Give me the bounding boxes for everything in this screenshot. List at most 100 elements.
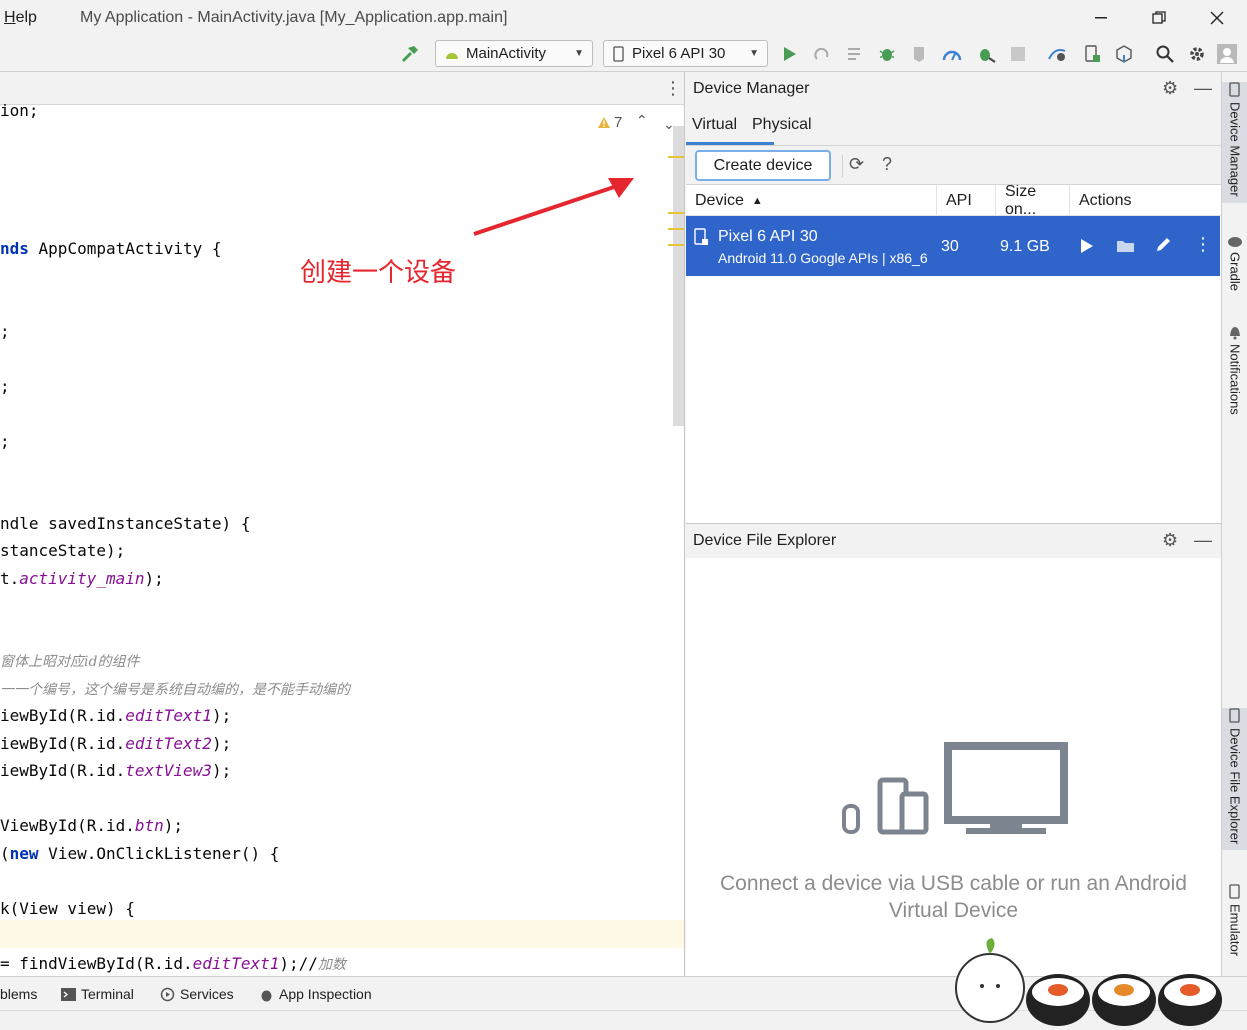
restore-button[interactable]: [1136, 4, 1182, 32]
device-manager-toolbar-icon[interactable]: [1081, 44, 1103, 64]
warning-marker[interactable]: [668, 244, 684, 246]
code-field: activity_main: [19, 569, 145, 588]
code-text: );: [211, 761, 232, 780]
window-title: My Application - MainActivity.java [My_A…: [80, 9, 508, 26]
inspection-widget[interactable]: 7: [597, 114, 622, 131]
code-line: nds AppCompatActivity {: [0, 239, 222, 258]
debug-bug-icon[interactable]: [876, 44, 898, 64]
tab-problems[interactable]: blems: [0, 986, 37, 1002]
chevron-down-icon[interactable]: ⌄: [663, 116, 675, 133]
code-comment: 一一个编号，这个编号是系统自动编的，是不能手动编的: [0, 682, 350, 698]
app-inspection-icon: [261, 990, 272, 1001]
device-select[interactable]: Pixel 6 API 30 ▼: [603, 40, 768, 67]
help-icon[interactable]: ?: [882, 154, 892, 175]
warning-marker[interactable]: [668, 228, 684, 230]
stripe-label: Notifications: [1227, 344, 1243, 415]
device-manager-header: Device Manager ⚙ —: [686, 72, 1221, 106]
warnings-count: 7: [614, 114, 623, 131]
apply-changes-restart-icon[interactable]: [811, 44, 833, 64]
tab-app-inspection[interactable]: App Inspection: [259, 986, 372, 1002]
search-icon[interactable]: [1154, 44, 1176, 64]
column-device[interactable]: Device ▲: [686, 185, 937, 216]
code-line: ;: [0, 432, 10, 451]
device-select-label: Pixel 6 API 30: [632, 45, 726, 62]
tab-virtual[interactable]: Virtual: [692, 116, 737, 134]
code-field: textView3: [125, 761, 212, 780]
profile-icon[interactable]: [909, 44, 931, 64]
run-config-select[interactable]: MainActivity ▼: [435, 40, 593, 67]
more-options-icon[interactable]: ⋮: [664, 78, 682, 99]
code-text: t.: [0, 569, 20, 588]
menu-help[interactable]: Help: [4, 9, 37, 27]
device-manager-title: Device Manager: [693, 80, 810, 97]
apply-code-changes-icon[interactable]: [845, 44, 867, 64]
divider: [842, 155, 843, 177]
device-api: 30: [941, 238, 959, 255]
create-device-button[interactable]: Create device: [695, 150, 831, 181]
code-text: );: [144, 569, 164, 588]
device-row[interactable]: Pixel 6 API 30 Android 11.0 Google APIs …: [686, 216, 1220, 276]
code-line: iewById(R.id.editText1);: [0, 706, 231, 725]
column-actions[interactable]: Actions: [1070, 185, 1220, 216]
tab-terminal[interactable]: Terminal: [61, 986, 134, 1002]
code-keyword: new: [9, 844, 39, 863]
stripe-notifications[interactable]: Notifications: [1222, 324, 1247, 415]
right-tool-stripe: Device Manager Gradle Notifications Devi…: [1221, 72, 1247, 976]
code-line: iewById(R.id.editText2);: [0, 734, 231, 753]
more-options-icon[interactable]: ⋮: [1194, 234, 1212, 255]
folder-icon[interactable]: [1116, 238, 1136, 254]
code-text: );: [163, 816, 184, 835]
code-field: editText1: [192, 954, 280, 973]
settings-gear-icon[interactable]: [1186, 44, 1208, 64]
code-line: stanceState);: [0, 541, 126, 560]
terminal-icon: [61, 987, 76, 1001]
stripe-gradle[interactable]: Gradle: [1222, 234, 1247, 291]
code-line: ;: [0, 377, 10, 396]
code-text: );: [211, 706, 232, 725]
code-text: );: [211, 734, 232, 753]
sdk-manager-icon[interactable]: [1113, 44, 1135, 64]
close-button[interactable]: [1194, 4, 1240, 32]
attach-debugger-icon[interactable]: [975, 44, 997, 64]
device-file-explorer-panel: Device File Explorer ⚙ — Connect a devic…: [686, 524, 1221, 976]
column-size[interactable]: Size on...: [996, 185, 1070, 216]
tab-physical[interactable]: Physical: [752, 116, 812, 134]
edit-pencil-icon[interactable]: [1154, 236, 1172, 254]
minimize-panel-icon[interactable]: —: [1194, 530, 1212, 551]
profiler-gauge-icon[interactable]: [941, 44, 963, 64]
refresh-icon[interactable]: ⟳: [849, 154, 864, 175]
device-manager-icon: [1229, 82, 1240, 97]
chevron-down-icon: ▼: [749, 48, 759, 59]
stripe-label: Device File Explorer: [1227, 728, 1243, 845]
run-icon[interactable]: [779, 44, 801, 64]
device-file-explorer-header: Device File Explorer ⚙ —: [686, 524, 1221, 558]
column-label: Device: [695, 191, 744, 209]
stripe-label: Device Manager: [1227, 102, 1243, 197]
device-table-header: Device ▲ API Size on... Actions: [686, 185, 1221, 216]
settings-gear-icon[interactable]: ⚙: [1162, 530, 1178, 551]
editor-scrollbar[interactable]: [673, 126, 684, 426]
warning-marker[interactable]: [668, 156, 684, 158]
empty-state-line: Connect a device via USB cable or run an…: [720, 872, 1187, 895]
settings-gear-icon[interactable]: ⚙: [1162, 78, 1178, 99]
hammer-build-icon[interactable]: [399, 44, 421, 64]
code-line: (new View.OnClickListener() {: [0, 844, 279, 863]
warning-marker[interactable]: [668, 212, 684, 214]
column-api[interactable]: API: [937, 185, 996, 216]
launch-play-icon[interactable]: [1080, 238, 1094, 254]
code-text: ViewById(R.id.: [0, 816, 135, 835]
stop-icon[interactable]: [1007, 44, 1029, 64]
chevron-up-icon[interactable]: ⌃: [636, 112, 648, 129]
warning-icon: [598, 117, 610, 128]
sync-gradle-icon[interactable]: [1047, 44, 1069, 64]
code-keyword: nds: [0, 239, 29, 258]
code-text: iewById(R.id.: [0, 706, 126, 725]
tab-services[interactable]: Services: [160, 986, 234, 1002]
stripe-device-manager[interactable]: Device Manager: [1222, 82, 1247, 203]
account-avatar-icon[interactable]: [1216, 44, 1238, 64]
editor-tab-bar: ⋮: [0, 72, 684, 105]
minimize-button[interactable]: [1078, 4, 1124, 32]
minimize-panel-icon[interactable]: —: [1194, 78, 1212, 99]
emulator-icon: [1229, 884, 1240, 899]
stripe-device-file-explorer[interactable]: Device File Explorer: [1222, 708, 1247, 851]
